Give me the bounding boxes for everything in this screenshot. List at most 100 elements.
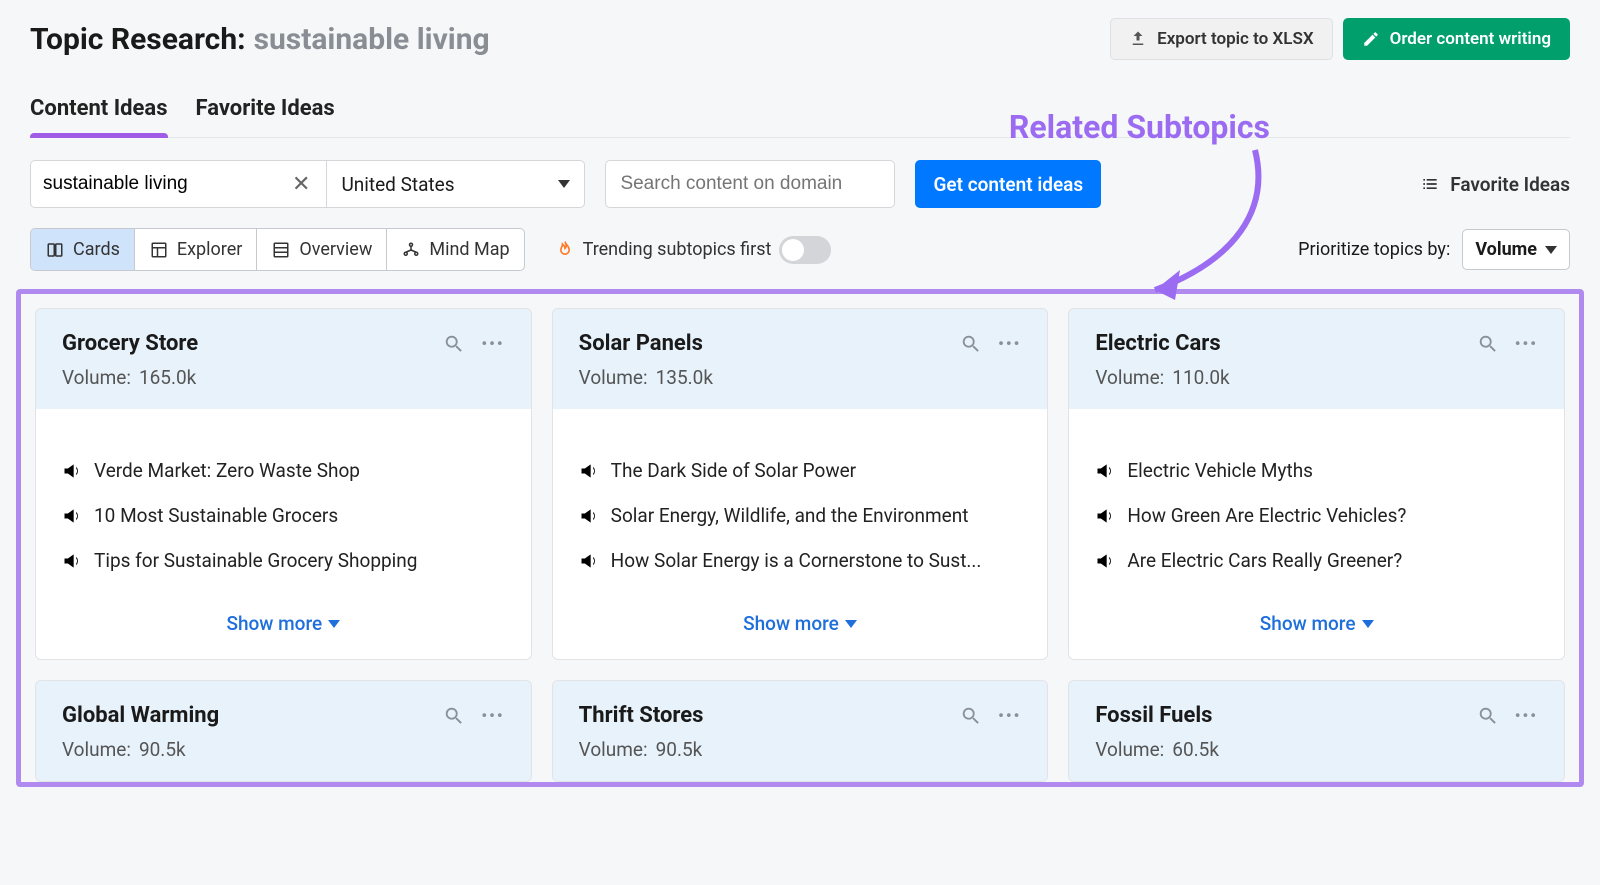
megaphone-icon	[62, 461, 82, 481]
volume-label: Volume:	[62, 366, 131, 389]
idea-list: Verde Market: Zero Waste Shop 10 Most Sus…	[62, 459, 505, 572]
prioritize-dropdown[interactable]: Volume	[1462, 229, 1570, 270]
edit-icon	[1362, 30, 1380, 48]
view-explorer[interactable]: Explorer	[135, 229, 258, 270]
trending-label: Trending subtopics first	[583, 239, 772, 260]
show-more-link[interactable]: Show more	[1095, 612, 1538, 635]
card-volume: Volume: 135.0k	[579, 366, 1022, 389]
more-icon[interactable]: •••	[481, 334, 504, 353]
idea-text: Solar Energy, Wildlife, and the Environm…	[611, 504, 969, 527]
export-button[interactable]: Export topic to XLSX	[1110, 18, 1332, 60]
show-more-link[interactable]: Show more	[579, 612, 1022, 635]
cards-icon	[45, 241, 65, 259]
search-icon[interactable]	[443, 333, 465, 355]
show-more-label: Show more	[226, 612, 322, 635]
idea-item[interactable]: The Dark Side of Solar Power	[579, 459, 1022, 482]
topic-card: Electric Cars ••• Volume:110.0k Electric Ve…	[1068, 308, 1565, 660]
order-writing-label: Order content writing	[1390, 29, 1551, 49]
idea-text: Are Electric Cars Really Greener?	[1127, 549, 1402, 572]
clear-topic-icon[interactable]: ✕	[288, 172, 314, 197]
order-writing-button[interactable]: Order content writing	[1343, 18, 1570, 60]
favorite-ideas-link[interactable]: Favorite Ideas	[1420, 173, 1570, 196]
card-body: Electric Vehicle Myths How Green Are Elec…	[1069, 409, 1564, 659]
tab-content-ideas[interactable]: Content Ideas	[30, 88, 168, 137]
search-domain-field[interactable]	[620, 173, 880, 195]
card-title: Electric Cars	[1095, 331, 1220, 356]
idea-text: Electric Vehicle Myths	[1127, 459, 1313, 482]
volume-value: 90.5k	[139, 738, 186, 761]
prioritize-label: Prioritize topics by:	[1298, 239, 1450, 260]
view-mindmap-label: Mind Map	[429, 239, 509, 260]
idea-item[interactable]: Electric Vehicle Myths	[1095, 459, 1538, 482]
idea-item[interactable]: Are Electric Cars Really Greener?	[1095, 549, 1538, 572]
more-icon[interactable]: •••	[1515, 334, 1538, 353]
idea-item[interactable]: Verde Market: Zero Waste Shop	[62, 459, 505, 482]
view-overview[interactable]: Overview	[257, 229, 387, 270]
card-title: Solar Panels	[579, 331, 703, 356]
more-icon[interactable]: •••	[481, 706, 504, 725]
volume-value: 60.5k	[1172, 738, 1219, 761]
view-cards[interactable]: Cards	[31, 229, 135, 270]
volume-label: Volume:	[579, 366, 648, 389]
show-more-link[interactable]: Show more	[62, 612, 505, 635]
idea-item[interactable]: How Green Are Electric Vehicles?	[1095, 504, 1538, 527]
volume-value: 165.0k	[139, 366, 196, 389]
get-content-ideas-button[interactable]: Get content ideas	[915, 160, 1101, 208]
topic-card: Fossil Fuels•••Volume:60.5k	[1068, 680, 1565, 782]
megaphone-icon	[579, 506, 599, 526]
chevron-down-icon	[328, 620, 340, 628]
show-more-label: Show more	[743, 612, 839, 635]
megaphone-icon	[62, 551, 82, 571]
card-volume: Volume:110.0k	[1095, 366, 1538, 389]
search-icon[interactable]	[960, 333, 982, 355]
view-cards-label: Cards	[73, 239, 120, 260]
card-title: Grocery Store	[62, 331, 198, 356]
topic-input-field[interactable]	[43, 173, 288, 195]
topic-input[interactable]: ✕	[31, 161, 326, 207]
card-title: Global Warming	[62, 703, 219, 728]
card-header: Electric Cars ••• Volume:110.0k	[1069, 309, 1564, 409]
idea-item[interactable]: Solar Energy, Wildlife, and the Environm…	[579, 504, 1022, 527]
more-icon[interactable]: •••	[1515, 706, 1538, 725]
more-icon[interactable]: •••	[998, 706, 1021, 725]
card-volume: Volume: 90.5k	[62, 738, 505, 761]
search-icon[interactable]	[443, 705, 465, 727]
volume-label: Volume:	[62, 738, 131, 761]
tab-favorite-ideas[interactable]: Favorite Ideas	[196, 88, 335, 137]
card-header: Grocery Store ••• Volume: 165.0k	[36, 309, 531, 409]
card-header: Thrift Stores•••Volume:90.5k	[553, 681, 1048, 781]
volume-label: Volume:	[579, 738, 648, 761]
country-select[interactable]: United States	[326, 161, 584, 207]
idea-item[interactable]: Tips for Sustainable Grocery Shopping	[62, 549, 505, 572]
card-volume: Volume: 165.0k	[62, 366, 505, 389]
idea-text: Tips for Sustainable Grocery Shopping	[94, 549, 417, 572]
overview-icon	[271, 241, 291, 259]
volume-value: 135.0k	[656, 366, 713, 389]
volume-label: Volume:	[1095, 366, 1164, 389]
topic-card: Solar Panels ••• Volume: 135.0k The Dark Sid…	[552, 308, 1049, 660]
chevron-down-icon	[558, 180, 570, 188]
search-icon[interactable]	[1477, 333, 1499, 355]
search-icon[interactable]	[1477, 705, 1499, 727]
idea-item[interactable]: How Solar Energy is a Cornerstone to Sus…	[579, 549, 1022, 572]
idea-text: How Green Are Electric Vehicles?	[1127, 504, 1406, 527]
idea-item[interactable]: 10 Most Sustainable Grocers	[62, 504, 505, 527]
view-switcher: Cards Explorer Overview Mind Map	[30, 228, 525, 271]
topic-card: Thrift Stores•••Volume:90.5k	[552, 680, 1049, 782]
idea-text: The Dark Side of Solar Power	[611, 459, 856, 482]
search-icon[interactable]	[960, 705, 982, 727]
megaphone-icon	[62, 506, 82, 526]
flame-icon	[555, 239, 575, 261]
explorer-icon	[149, 241, 169, 259]
page-title: Topic Research: sustainable living	[30, 22, 490, 57]
chevron-down-icon	[1545, 246, 1557, 254]
view-mindmap[interactable]: Mind Map	[387, 229, 523, 270]
card-header: Fossil Fuels•••Volume:60.5k	[1069, 681, 1564, 781]
trending-toggle[interactable]	[779, 236, 831, 264]
search-domain-input[interactable]	[605, 160, 895, 208]
more-icon[interactable]: •••	[998, 334, 1021, 353]
page-title-prefix: Topic Research:	[30, 22, 246, 57]
favorite-ideas-label: Favorite Ideas	[1450, 173, 1570, 196]
card-header: Solar Panels ••• Volume: 135.0k	[553, 309, 1048, 409]
idea-text: 10 Most Sustainable Grocers	[94, 504, 338, 527]
